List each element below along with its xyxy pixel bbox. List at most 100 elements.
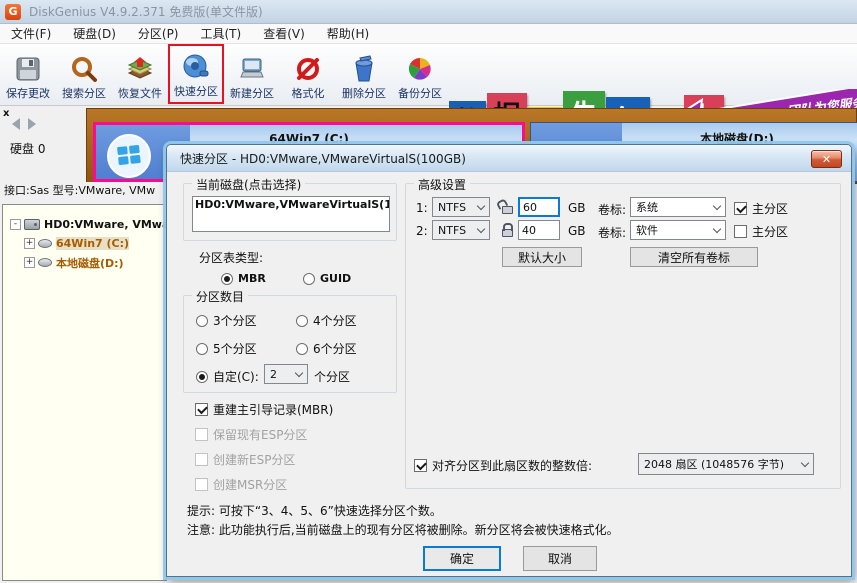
menu-file[interactable]: 文件(F): [0, 24, 62, 44]
button-label: 默认大小: [518, 249, 566, 266]
checkbox-keep-esp[interactable]: 保留现有ESP分区: [195, 426, 307, 443]
ok-button[interactable]: 确定: [423, 546, 501, 571]
custom-count-suffix: 个分区: [314, 368, 350, 385]
default-size-button[interactable]: 默认大小: [502, 247, 582, 267]
dialog-titlebar[interactable]: 快速分区 - HD0:VMware,VMwareVirtualS(100GB): [167, 145, 851, 172]
toolbar-button-label: 删除分区: [342, 85, 386, 101]
quick-partition-icon: [180, 51, 212, 83]
volume-label-select-2[interactable]: 软件: [630, 220, 726, 240]
radio-mbr[interactable]: MBR: [221, 272, 266, 285]
menu-partition[interactable]: 分区(P): [127, 24, 190, 44]
window-title: DiskGenius V4.9.2.371 免费版(单文件版): [29, 3, 263, 20]
toolbar-button-label: 快速分区: [174, 83, 218, 99]
collapse-icon[interactable]: -: [10, 219, 21, 230]
unit-label: GB: [568, 201, 586, 215]
radio-5-partitions[interactable]: 5个分区: [196, 340, 257, 357]
filesystem-value: NTFS: [438, 201, 466, 214]
volume-value: 系统: [636, 199, 658, 215]
size-input-2[interactable]: 40: [518, 220, 560, 240]
checkbox-icon: [195, 403, 208, 416]
chevron-down-icon: [477, 224, 485, 232]
chevron-down-icon: [295, 368, 303, 376]
format-button[interactable]: 格式化: [280, 44, 336, 104]
checkbox-icon: [414, 459, 427, 472]
current-disk-group: 当前磁盘(点击选择) HD0:VMware,VMwareVirtualS(1: [183, 183, 397, 241]
save-changes-button[interactable]: 保存更改: [0, 44, 56, 104]
size-input-1[interactable]: 60: [518, 197, 560, 217]
checkbox-msr[interactable]: 创建MSR分区: [195, 476, 287, 493]
backup-partition-button[interactable]: 备份分区: [392, 44, 448, 104]
filesystem-value: NTFS: [438, 224, 466, 237]
radio-guid[interactable]: GUID: [303, 272, 351, 285]
app-logo-icon: G: [5, 4, 21, 20]
panel-close-icon[interactable]: x: [3, 108, 9, 119]
quick-partition-button[interactable]: 快速分区: [168, 44, 224, 104]
delete-partition-button[interactable]: 删除分区: [336, 44, 392, 104]
partition-tree: - HD0:VMware, VMware + 64Win7 (C:) + 本地磁…: [2, 204, 167, 581]
toolbar-button-label: 恢复文件: [118, 85, 162, 101]
tree-item-label: 64Win7 (C:): [56, 237, 129, 250]
prev-disk-icon[interactable]: [12, 118, 20, 130]
row-index: 2:: [416, 224, 428, 238]
new-partition-icon: [236, 53, 268, 85]
radio-custom-count[interactable]: 自定(C):: [196, 368, 259, 385]
checkbox-icon: [195, 478, 208, 491]
next-disk-icon[interactable]: [28, 118, 36, 130]
tree-item-hd0[interactable]: - HD0:VMware, VMware: [3, 215, 166, 234]
windows-logo-icon: [106, 133, 152, 179]
align-partition-checkbox[interactable]: 对齐分区到此扇区数的整数倍:: [414, 457, 592, 474]
checkbox-label: 创建新ESP分区: [213, 451, 295, 468]
checkbox-label: 对齐分区到此扇区数的整数倍:: [432, 457, 592, 474]
primary-partition-checkbox-1[interactable]: 主分区: [734, 200, 788, 217]
recover-files-icon: [124, 53, 156, 85]
radio-icon: [296, 315, 308, 327]
disk-list-item[interactable]: HD0:VMware,VMwareVirtualS(1: [193, 197, 389, 212]
search-icon: [68, 53, 100, 85]
checkbox-new-esp[interactable]: 创建新ESP分区: [195, 451, 295, 468]
dialog-title: 快速分区 - HD0:VMware,VMwareVirtualS(100GB): [180, 150, 466, 167]
filesystem-select-1[interactable]: NTFS: [432, 197, 490, 217]
checkbox-rebuild-mbr[interactable]: 重建主引导记录(MBR): [195, 401, 333, 418]
menu-tools[interactable]: 工具(T): [190, 24, 253, 44]
group-label: 高级设置: [414, 176, 470, 193]
filesystem-select-2[interactable]: NTFS: [432, 220, 490, 240]
clear-volume-labels-button[interactable]: 清空所有卷标: [630, 247, 758, 267]
disk-label: 硬盘 0: [10, 140, 45, 157]
hint-text: 提示: 可按下“3、4、5、6”快速选择分区个数。: [187, 502, 442, 519]
quick-partition-dialog: 快速分区 - HD0:VMware,VMwareVirtualS(100GB) …: [166, 144, 852, 577]
menu-help[interactable]: 帮助(H): [316, 24, 380, 44]
radio-3-partitions[interactable]: 3个分区: [196, 312, 257, 329]
window-titlebar: G DiskGenius V4.9.2.371 免费版(单文件版): [0, 0, 857, 24]
row-index: 1:: [416, 201, 428, 215]
advanced-settings-group: 高级设置 1: NTFS 60 GB 卷标: 系统 主分区 2:: [405, 183, 841, 489]
volume-caption: 卷标:: [598, 224, 626, 241]
align-sectors-select[interactable]: 2048 扇区 (1048576 字节): [638, 453, 814, 475]
align-sectors-value: 2048 扇区 (1048576 字节): [644, 456, 784, 472]
expand-icon[interactable]: +: [24, 257, 35, 268]
dialog-close-button[interactable]: ✕: [811, 150, 842, 168]
recover-files-button[interactable]: 恢复文件: [112, 44, 168, 104]
new-partition-button[interactable]: 新建分区: [224, 44, 280, 104]
radio-label: MBR: [238, 272, 266, 285]
menu-view[interactable]: 查看(V): [252, 24, 316, 44]
toolbar: 保存更改 搜索分区 恢复文件 快速分区 新建分区: [0, 44, 857, 106]
group-label: 当前磁盘(点击选择): [192, 176, 305, 193]
menu-disk[interactable]: 硬盘(D): [62, 24, 127, 44]
radio-4-partitions[interactable]: 4个分区: [296, 312, 357, 329]
disk-listbox[interactable]: HD0:VMware,VMwareVirtualS(1: [192, 196, 390, 232]
unlock-icon[interactable]: [502, 206, 513, 214]
toolbar-button-label: 格式化: [292, 85, 325, 101]
primary-partition-checkbox-2[interactable]: 主分区: [734, 223, 788, 240]
custom-count-select[interactable]: 2: [264, 364, 308, 384]
tree-item-local-disk-d[interactable]: + 本地磁盘(D:): [3, 253, 166, 272]
lock-icon[interactable]: [502, 229, 513, 237]
unit-label: GB: [568, 224, 586, 238]
cancel-button[interactable]: 取消: [523, 546, 597, 571]
menubar: 文件(F) 硬盘(D) 分区(P) 工具(T) 查看(V) 帮助(H): [0, 24, 857, 44]
volume-label-select-1[interactable]: 系统: [630, 197, 726, 217]
radio-label: GUID: [320, 272, 351, 285]
search-partition-button[interactable]: 搜索分区: [56, 44, 112, 104]
expand-icon[interactable]: +: [24, 238, 35, 249]
radio-6-partitions[interactable]: 6个分区: [296, 340, 357, 357]
tree-item-64win7[interactable]: + 64Win7 (C:): [3, 234, 166, 253]
